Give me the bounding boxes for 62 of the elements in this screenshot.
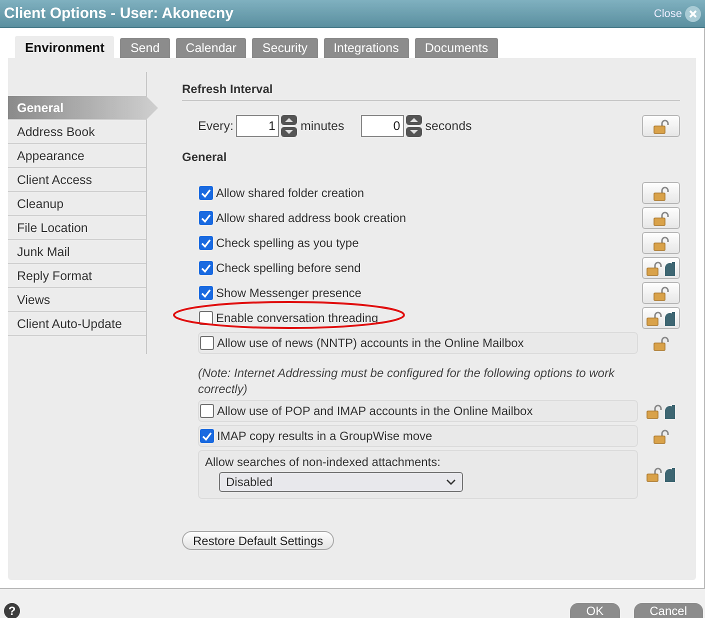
sidebar-item[interactable]: Views bbox=[8, 288, 146, 312]
spinner-icon[interactable] bbox=[406, 115, 422, 137]
sidebar-item[interactable]: Client Auto-Update bbox=[8, 312, 146, 336]
sidebar-item[interactable]: File Location bbox=[8, 216, 146, 240]
lock-button[interactable] bbox=[642, 115, 680, 137]
checkbox[interactable] bbox=[200, 429, 214, 443]
option-label: Allow shared address book creation bbox=[216, 211, 406, 225]
checkbox[interactable] bbox=[200, 404, 214, 418]
close-icon bbox=[685, 6, 701, 22]
window-title: Client Options - User: Akonecny bbox=[4, 5, 234, 22]
checkbox[interactable] bbox=[200, 336, 214, 350]
section-heading: Refresh Interval bbox=[182, 82, 680, 101]
lock-button[interactable] bbox=[642, 182, 680, 204]
tab[interactable]: Environment bbox=[15, 36, 114, 58]
help-button[interactable]: ? bbox=[4, 603, 20, 618]
checkbox[interactable] bbox=[199, 236, 213, 250]
seconds-field[interactable]: 0 bbox=[361, 115, 404, 137]
checkbox[interactable] bbox=[199, 261, 213, 275]
option-label: Show Messenger presence bbox=[216, 286, 362, 300]
dropdown[interactable]: Disabled bbox=[219, 472, 463, 492]
open-padlock-icon bbox=[652, 236, 670, 250]
chevron-down-icon bbox=[446, 479, 456, 485]
lock-button[interactable] bbox=[642, 257, 680, 279]
checkbox[interactable] bbox=[199, 211, 213, 225]
lock-button[interactable] bbox=[642, 207, 680, 229]
open-padlock-icon bbox=[652, 286, 670, 300]
option-label: Enable conversation threading bbox=[216, 311, 378, 325]
sidebar-item[interactable]: Address Book bbox=[8, 120, 146, 144]
option-label: IMAP copy results in a GroupWise move bbox=[217, 429, 432, 443]
open-padlock-icon bbox=[646, 310, 663, 326]
checkbox[interactable] bbox=[199, 186, 213, 200]
open-padlock-icon bbox=[652, 118, 670, 134]
option-label: Allow use of news (NNTP) accounts in the Online Mailbox bbox=[217, 336, 524, 350]
open-padlock-icon bbox=[652, 186, 670, 200]
option-label: Allow shared folder creation bbox=[216, 186, 364, 200]
lock-button[interactable] bbox=[642, 307, 680, 329]
field-label: minutes bbox=[300, 119, 344, 133]
arch-icon bbox=[664, 260, 676, 276]
open-padlock-icon bbox=[646, 260, 663, 276]
sidebar-item[interactable]: Client Access bbox=[8, 168, 146, 192]
sidebar-item[interactable]: Reply Format bbox=[8, 264, 146, 288]
restore-defaults-button[interactable]: Restore Default Settings bbox=[182, 531, 334, 550]
lock-button[interactable] bbox=[642, 232, 680, 254]
sidebar-item[interactable]: Junk Mail bbox=[8, 240, 146, 264]
sidebar-item[interactable]: Appearance bbox=[8, 144, 146, 168]
note-text: (Note: Internet Addressing must be configured for the following options to work correctly) bbox=[198, 365, 616, 397]
field-label: Every: bbox=[198, 119, 234, 133]
open-padlock-icon bbox=[652, 210, 670, 226]
field-label: seconds bbox=[425, 119, 472, 133]
spinner-icon[interactable] bbox=[281, 115, 298, 137]
minutes-field[interactable]: 1 bbox=[236, 115, 280, 137]
option-label: Allow searches of non-indexed attachments: bbox=[205, 455, 440, 469]
arch-icon bbox=[664, 467, 676, 482]
section-heading: General bbox=[182, 150, 228, 166]
option-label: Allow use of POP and IMAP accounts in the Online Mailbox bbox=[217, 404, 533, 418]
arch-icon bbox=[664, 310, 676, 326]
option-label: Check spelling before send bbox=[216, 261, 361, 275]
option-label: Check spelling as you type bbox=[216, 236, 359, 250]
lock-button[interactable] bbox=[642, 282, 680, 304]
sidebar-item[interactable]: Cleanup bbox=[8, 192, 146, 216]
checkbox[interactable] bbox=[199, 286, 213, 300]
arch-icon bbox=[664, 404, 676, 418]
